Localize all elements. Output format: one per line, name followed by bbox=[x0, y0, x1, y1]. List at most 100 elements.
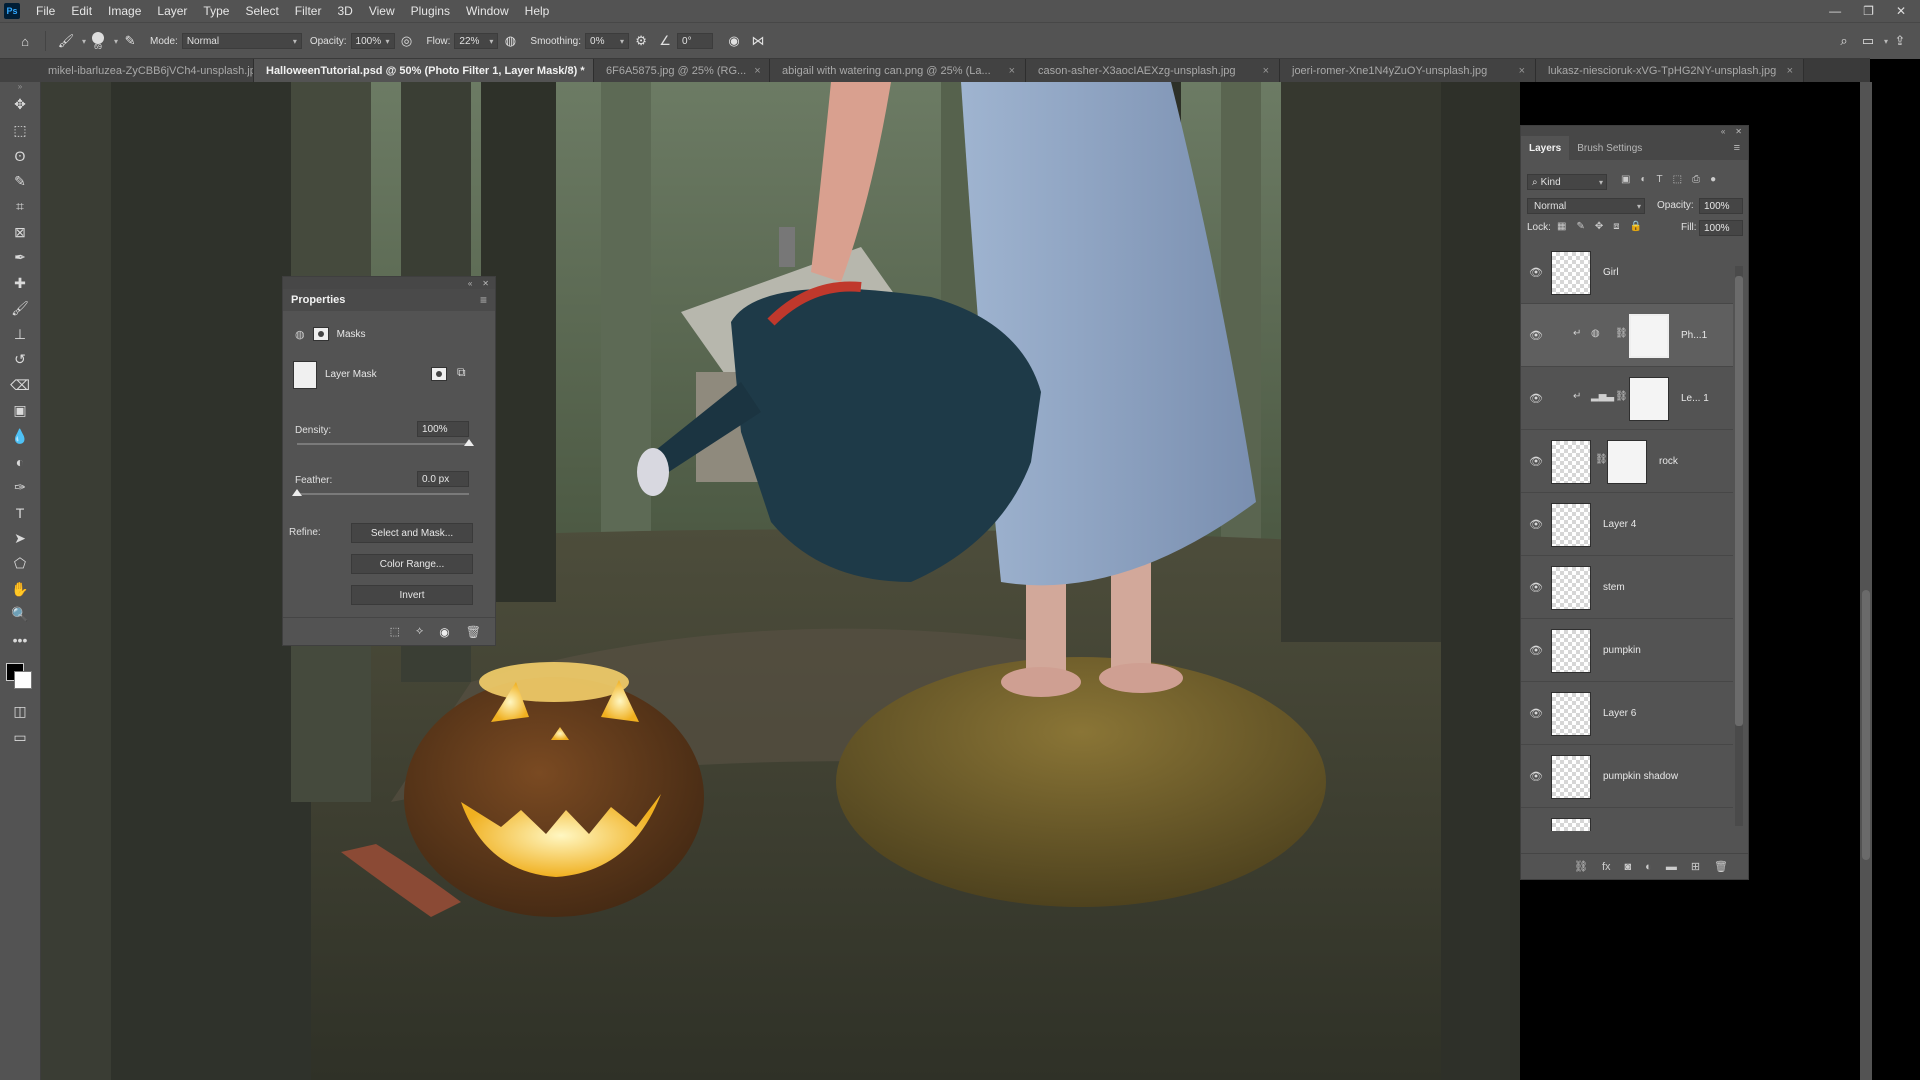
eye-icon[interactable]: 👁 bbox=[1529, 391, 1543, 405]
document-canvas[interactable] bbox=[41, 82, 1520, 1080]
smoothing-settings-gear-icon[interactable]: ⚙ bbox=[632, 32, 650, 50]
layers-scroll-thumb[interactable] bbox=[1735, 276, 1743, 726]
layer-row-girl[interactable]: 👁 Girl bbox=[1521, 241, 1733, 304]
shape-icon[interactable]: ⬠ bbox=[0, 551, 40, 577]
stamp-icon[interactable]: ⊥ bbox=[0, 322, 40, 348]
tab-joeri[interactable]: joeri-romer-Xne1N4yZuOY-unsplash.jpg × bbox=[1280, 59, 1536, 82]
type-icon[interactable]: T bbox=[0, 500, 40, 526]
menu-filter[interactable]: Filter bbox=[287, 4, 330, 18]
home-icon[interactable]: ⌂ bbox=[16, 32, 34, 50]
minimize-icon[interactable]: — bbox=[1829, 4, 1841, 18]
tab-lukasz[interactable]: lukasz-niescioruk-xVG-TpHG2NY-unsplash.j… bbox=[1536, 59, 1804, 82]
brush-settings-toggle-icon[interactable]: ✎ bbox=[121, 32, 139, 50]
load-selection-icon[interactable]: ⬚ bbox=[390, 625, 400, 638]
fill-field[interactable]: 100% bbox=[1699, 220, 1743, 236]
flow-field[interactable]: 22% ▾ bbox=[454, 33, 499, 49]
lock-all-icon[interactable]: 🔒 bbox=[1630, 221, 1642, 232]
menu-image[interactable]: Image bbox=[100, 4, 149, 18]
layer-row-layer-6[interactable]: 👁 Layer 6 bbox=[1521, 682, 1733, 745]
invert-button[interactable]: Invert bbox=[351, 585, 473, 605]
mode-select[interactable]: Normal ▾ bbox=[181, 33, 302, 49]
pixel-mask-icon[interactable] bbox=[312, 327, 329, 341]
add-mask-icon[interactable]: ◙ bbox=[1625, 861, 1632, 873]
tab-layers[interactable]: Layers bbox=[1521, 136, 1570, 160]
pen-icon[interactable]: ✑ bbox=[0, 475, 40, 501]
search-icon[interactable]: ⌕ bbox=[1835, 32, 1853, 50]
brush-size-picker[interactable]: 69 bbox=[92, 31, 105, 51]
layer-row-stem[interactable]: 👁 stem bbox=[1521, 556, 1733, 619]
new-adjustment-icon[interactable]: ◐ bbox=[1645, 861, 1652, 873]
menu-select[interactable]: Select bbox=[237, 4, 286, 18]
menu-edit[interactable]: Edit bbox=[63, 4, 100, 18]
delete-layer-icon[interactable]: 🗑 bbox=[1714, 860, 1728, 873]
lock-position-icon[interactable]: ✥ bbox=[1595, 221, 1603, 232]
crop-icon[interactable]: ⌗ bbox=[0, 194, 40, 220]
tab-brush-settings[interactable]: Brush Settings bbox=[1569, 136, 1650, 160]
filter-shape-icon[interactable]: ⬚ bbox=[1673, 174, 1682, 185]
screen-mode-icon[interactable]: ▭ bbox=[0, 725, 40, 751]
tab-mikel[interactable]: mikel-ibarluzea-ZyCBB6jVCh4-unsplash.jpg… bbox=[0, 59, 254, 82]
smoothing-field[interactable]: 0% ▾ bbox=[585, 33, 630, 49]
eye-icon[interactable]: 👁 bbox=[1529, 517, 1543, 531]
blur-icon[interactable]: 💧 bbox=[0, 424, 40, 450]
history-brush-icon[interactable]: ↺ bbox=[0, 347, 40, 373]
share-icon[interactable]: ⇪ bbox=[1891, 32, 1909, 50]
layer-mask-thumbnail[interactable] bbox=[1629, 377, 1669, 421]
move-icon[interactable]: ✥ bbox=[0, 92, 40, 118]
blend-mode-select[interactable]: Normal ▾ bbox=[1527, 198, 1645, 214]
eraser-icon[interactable]: ⌫ bbox=[0, 373, 40, 399]
close-tab-icon[interactable]: × bbox=[1255, 65, 1269, 77]
color-range-button[interactable]: Color Range... bbox=[351, 554, 473, 574]
menu-help[interactable]: Help bbox=[517, 4, 558, 18]
layer-row-partial[interactable] bbox=[1521, 808, 1733, 831]
layers-scrollbar[interactable] bbox=[1735, 266, 1743, 826]
lock-pixels-icon[interactable]: ✎ bbox=[1576, 221, 1584, 232]
layer-row-pumpkin[interactable]: 👁 pumpkin bbox=[1521, 619, 1733, 682]
background-color-swatch[interactable] bbox=[14, 671, 32, 689]
eye-icon[interactable]: 👁 bbox=[1529, 706, 1543, 720]
layers-menu-icon[interactable]: ≡ bbox=[1734, 142, 1740, 154]
add-pixel-mask-icon[interactable] bbox=[431, 367, 447, 381]
symmetry-icon[interactable]: ⋈ bbox=[749, 32, 767, 50]
feather-slider-thumb[interactable] bbox=[292, 489, 302, 496]
select-and-mask-button[interactable]: Select and Mask... bbox=[351, 523, 473, 543]
angle-field[interactable]: 0° bbox=[677, 33, 714, 49]
canvas-vertical-scrollbar[interactable] bbox=[1860, 82, 1872, 1080]
density-slider-thumb[interactable] bbox=[464, 439, 474, 446]
adjustment-icon[interactable]: ◍ bbox=[295, 328, 305, 341]
close-panel-icon[interactable]: ✕ bbox=[482, 279, 489, 288]
brush-icon[interactable]: 🖌 bbox=[0, 296, 40, 322]
eye-icon[interactable]: 👁 bbox=[1529, 769, 1543, 783]
menu-type[interactable]: Type bbox=[195, 4, 237, 18]
layer-row-levels[interactable]: 👁 ↵ ▂▅▃ ⛓ Le... 1 bbox=[1521, 367, 1733, 430]
tab-6f6a5875[interactable]: 6F6A5875.jpg @ 25% (RG... × bbox=[594, 59, 770, 82]
tab-cason[interactable]: cason-asher-X3aocIAEXzg-unsplash.jpg × bbox=[1026, 59, 1280, 82]
tab-abigail[interactable]: abigail with watering can.png @ 25% (La.… bbox=[770, 59, 1026, 82]
eye-icon[interactable]: 👁 bbox=[1529, 454, 1543, 468]
quick-mask-icon[interactable]: ◫ bbox=[0, 699, 40, 725]
pressure-opacity-icon[interactable]: ◎ bbox=[398, 32, 416, 50]
add-vector-mask-icon[interactable]: ⧉ bbox=[457, 365, 466, 380]
healing-icon[interactable]: ✚ bbox=[0, 271, 40, 297]
eye-icon[interactable]: 👁 bbox=[1529, 643, 1543, 657]
close-layers-icon[interactable]: ✕ bbox=[1735, 127, 1742, 136]
color-swatches[interactable] bbox=[0, 659, 40, 699]
filter-toggle-icon[interactable]: ● bbox=[1710, 174, 1716, 185]
layer-row-photo-filter[interactable]: 👁 ↵ ◍ ⛓ Ph...1 bbox=[1521, 304, 1733, 367]
hand-icon[interactable]: ✋ bbox=[0, 577, 40, 603]
frame-icon[interactable]: ⊠ bbox=[0, 220, 40, 246]
layer-row-layer-4[interactable]: 👁 Layer 4 bbox=[1521, 493, 1733, 556]
link-layers-icon[interactable]: ⛓ bbox=[1574, 860, 1588, 873]
eye-icon[interactable]: 👁 bbox=[1529, 328, 1543, 342]
link-icon[interactable]: ⛓ bbox=[1615, 391, 1628, 402]
restore-icon[interactable]: ❐ bbox=[1863, 4, 1874, 18]
layer-row-pumpkin-shadow[interactable]: 👁 pumpkin shadow bbox=[1521, 745, 1733, 808]
menu-window[interactable]: Window bbox=[458, 4, 517, 18]
filter-kind-select[interactable]: ⌕ Kind ▾ bbox=[1527, 174, 1607, 190]
eye-icon[interactable]: 👁 bbox=[1529, 580, 1543, 594]
lock-transparent-icon[interactable]: ▦ bbox=[1557, 221, 1566, 232]
delete-mask-icon[interactable]: 🗑 bbox=[466, 625, 481, 639]
workspace-icon[interactable]: ▭ bbox=[1859, 32, 1877, 50]
gradient-icon[interactable]: ▣ bbox=[0, 398, 40, 424]
lasso-icon[interactable]: ʘ bbox=[0, 143, 40, 169]
